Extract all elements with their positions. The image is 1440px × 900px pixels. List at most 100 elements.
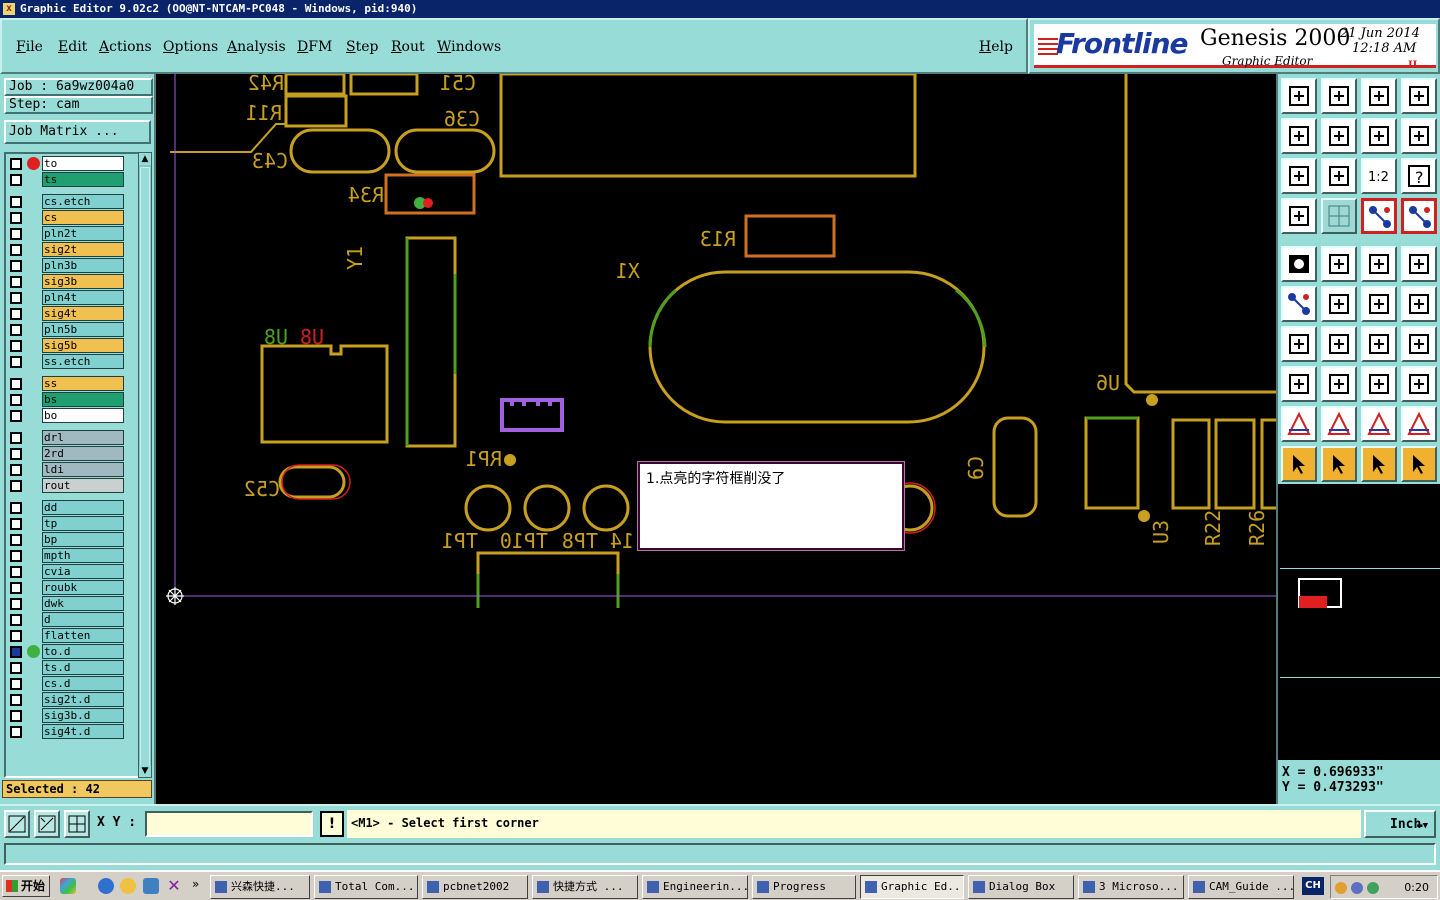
tool-button[interactable] [1281, 406, 1317, 442]
tool-button[interactable] [1361, 366, 1397, 402]
layer-name[interactable]: pln4t [42, 290, 124, 305]
tool-button[interactable] [1361, 78, 1397, 114]
scroll-thumb[interactable] [140, 167, 150, 767]
menu-step[interactable]: Step [346, 39, 378, 55]
tool-button[interactable] [1361, 326, 1397, 362]
layer-checkbox[interactable] [10, 228, 22, 240]
layer-name[interactable]: sig2t [42, 242, 124, 257]
layer-name[interactable]: ss.etch [42, 354, 124, 369]
menu-file[interactable]: File [16, 39, 43, 55]
outlook-icon[interactable] [143, 878, 159, 894]
layer-name[interactable]: dd [42, 500, 124, 515]
taskbar-button[interactable]: Progress [752, 875, 856, 899]
close-x-icon[interactable]: ✕ [166, 878, 182, 894]
layer-row[interactable]: drl [8, 430, 126, 445]
more-chevron-icon[interactable]: » [192, 878, 208, 894]
menu-windows[interactable]: Windows [437, 39, 501, 55]
layer-row[interactable]: sig2t [8, 242, 126, 257]
layer-name[interactable]: bs [42, 392, 124, 407]
layer-name[interactable]: pln3b [42, 258, 124, 273]
layer-row[interactable]: ss.etch [8, 354, 126, 369]
tool-button[interactable] [1321, 446, 1357, 482]
layer-name[interactable]: d [42, 612, 124, 627]
layer-row[interactable]: sig5b [8, 338, 126, 353]
layer-name[interactable]: sig4t [42, 306, 124, 321]
taskbar-button[interactable]: Engineerin... [642, 875, 748, 899]
layer-row[interactable]: sig2t.d [8, 692, 126, 707]
tool-button[interactable] [1281, 198, 1317, 234]
taskbar-button[interactable]: Total Com... [314, 875, 418, 899]
layer-row[interactable]: d [8, 612, 126, 627]
tool-button[interactable] [1401, 78, 1437, 114]
tool-button[interactable] [1281, 446, 1317, 482]
layer-row[interactable]: cvia [8, 564, 126, 579]
layer-checkbox[interactable] [10, 582, 22, 594]
layer-checkbox[interactable] [10, 598, 22, 610]
tool-button[interactable] [1321, 286, 1357, 322]
tool-button[interactable] [1401, 366, 1437, 402]
layer-checkbox[interactable] [10, 726, 22, 738]
tool-button[interactable] [1401, 406, 1437, 442]
layer-checkbox[interactable] [10, 356, 22, 368]
layer-name[interactable]: pln2t [42, 226, 124, 241]
layer-row[interactable]: pln2t [8, 226, 126, 241]
layer-name[interactable]: to.d [42, 644, 124, 659]
unit-selector[interactable]: Inch ▬▼ [1364, 810, 1436, 838]
layer-row[interactable]: rout [8, 478, 126, 493]
taskbar-button[interactable]: Graphic Ed... [860, 875, 964, 899]
layer-name[interactable]: pln5b [42, 322, 124, 337]
layer-row[interactable]: ldi [8, 462, 126, 477]
layer-name[interactable]: ts.d [42, 660, 124, 675]
layer-row[interactable]: sig4t.d [8, 724, 126, 739]
layer-name[interactable]: sig5b [42, 338, 124, 353]
layer-name[interactable]: sig2t.d [42, 692, 124, 707]
taskbar-button[interactable]: CAM_Guide ... [1188, 875, 1294, 899]
tool-button[interactable]: ? [1401, 158, 1437, 194]
tray-icon[interactable] [1351, 882, 1363, 894]
tool-button[interactable] [1321, 78, 1357, 114]
tool-button[interactable] [1281, 286, 1317, 322]
layer-row[interactable]: dwk [8, 596, 126, 611]
tool-button[interactable] [1401, 326, 1437, 362]
layer-name[interactable]: ts [42, 172, 124, 187]
layer-row[interactable]: ss [8, 376, 126, 391]
layer-row[interactable]: sig3b [8, 274, 126, 289]
layer-name[interactable]: bp [42, 532, 124, 547]
layer-row[interactable]: pln4t [8, 290, 126, 305]
layer-name[interactable]: ldi [42, 462, 124, 477]
tool-button[interactable] [1321, 198, 1357, 234]
layer-name[interactable]: flatten [42, 628, 124, 643]
layer-checkbox[interactable] [10, 630, 22, 642]
tool-button[interactable] [1361, 246, 1397, 282]
layer-checkbox[interactable] [10, 174, 22, 186]
ie-icon[interactable] [98, 878, 114, 894]
tool-button[interactable] [1321, 406, 1357, 442]
tool-button[interactable] [1361, 446, 1397, 482]
layer-checkbox[interactable] [10, 394, 22, 406]
layer-row[interactable]: to.d [8, 644, 126, 659]
tool-button[interactable] [1281, 158, 1317, 194]
tool-button[interactable] [1321, 118, 1357, 154]
layer-name[interactable]: cs.etch [42, 194, 124, 209]
grid-snap-button[interactable] [64, 810, 90, 838]
overview-panel[interactable] [1276, 484, 1440, 760]
taskbar-button[interactable]: 3 Microso... [1078, 875, 1184, 899]
menu-analysis[interactable]: Analysis [227, 39, 286, 55]
layer-checkbox[interactable] [10, 276, 22, 288]
zoom-fit-button[interactable] [4, 810, 30, 838]
layer-checkbox[interactable] [10, 378, 22, 390]
menu-edit[interactable]: Edit [58, 39, 87, 55]
layer-name[interactable]: rout [42, 478, 124, 493]
tool-button[interactable] [1281, 366, 1317, 402]
tool-button[interactable] [1401, 286, 1437, 322]
taskbar-button[interactable]: 快捷方式 ... [532, 875, 638, 899]
tool-button[interactable] [1401, 118, 1437, 154]
quicklaunch-icon[interactable] [60, 878, 76, 894]
taskbar-button[interactable]: 兴森快捷... [210, 875, 310, 899]
layer-row[interactable]: bo [8, 408, 126, 423]
layer-row[interactable]: cs.d [8, 676, 126, 691]
layer-row[interactable]: mpth [8, 548, 126, 563]
tool-button[interactable] [1321, 366, 1357, 402]
layer-row[interactable]: cs.etch [8, 194, 126, 209]
layer-row[interactable]: sig4t [8, 306, 126, 321]
